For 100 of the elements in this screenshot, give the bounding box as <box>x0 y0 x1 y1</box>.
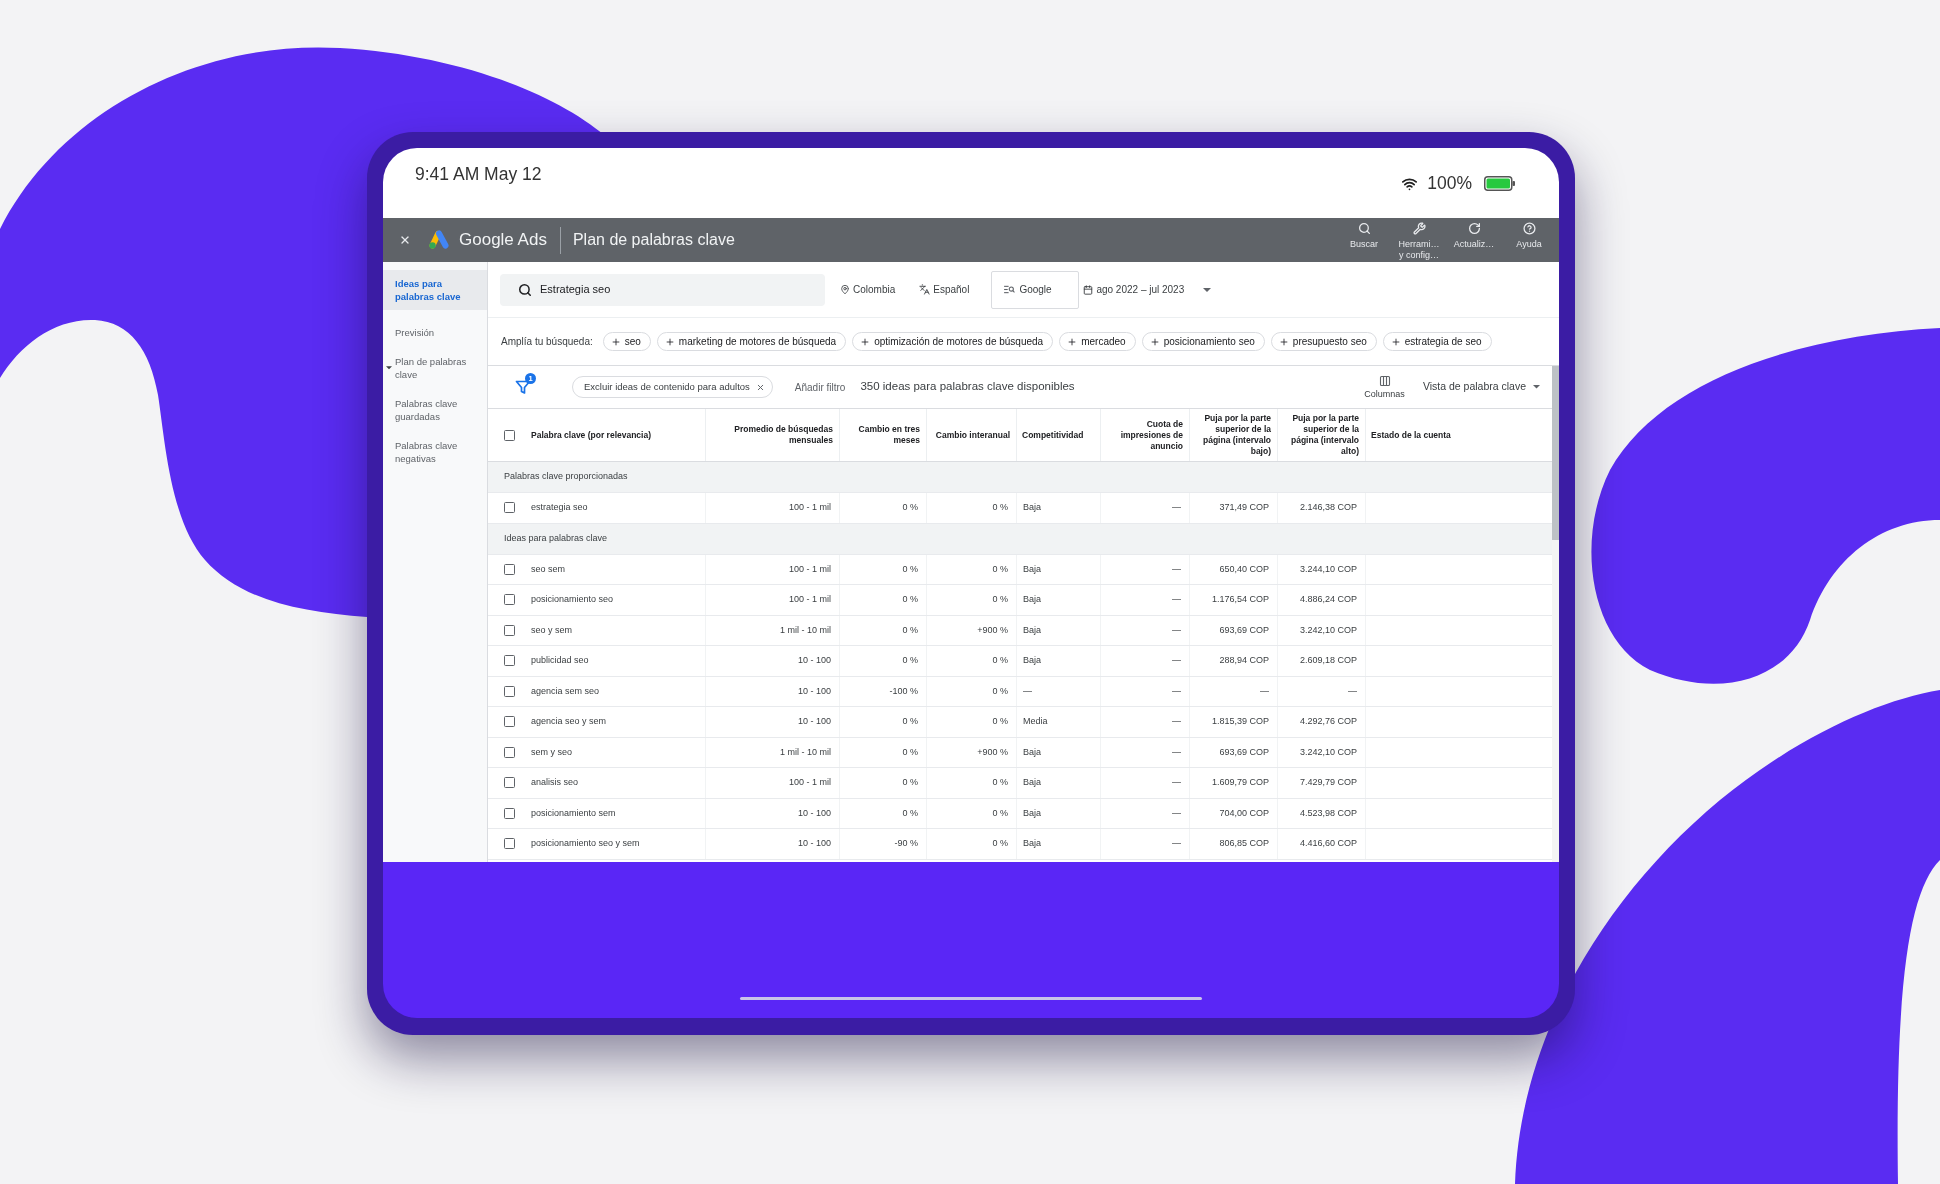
language-selector[interactable]: Español <box>919 282 970 297</box>
column-header[interactable]: Promedio de búsquedas mensuales <box>706 409 840 461</box>
table-cell: 0 % <box>927 829 1017 859</box>
table-cell: 371,49 COP <box>1190 493 1278 523</box>
table-cell: 100 - 1 mil <box>706 768 840 798</box>
table-cell: 693,69 COP <box>1190 737 1278 767</box>
plus-icon <box>1067 336 1078 347</box>
table-cell: 0 % <box>840 768 927 798</box>
table-cell: 2.146,38 COP <box>1278 493 1366 523</box>
toolbar-button[interactable]: Actualiz… <box>1449 222 1499 250</box>
table-cell: 1 mil - 10 mil <box>706 737 840 767</box>
column-header[interactable]: Puja por la parte superior de la página (intervalo bajo) <box>1190 409 1278 461</box>
table-cell: — <box>1101 585 1190 615</box>
view-selector[interactable]: Vista de palabra clave <box>1422 379 1540 395</box>
column-header[interactable]: Puja por la parte superior de la página (intervalo alto) <box>1278 409 1366 461</box>
table-cell: 1.815,39 COP <box>1190 707 1278 737</box>
sidebar-item[interactable]: Palabras clave guardadas <box>383 389 487 431</box>
column-header[interactable]: Estado de la cuenta <box>1366 409 1552 461</box>
table-cell: 0 % <box>927 768 1017 798</box>
table-cell: 3.242,10 COP <box>1278 615 1366 645</box>
calendar-icon <box>1083 284 1094 295</box>
table-cell: Baja <box>1017 829 1101 859</box>
app-logo-icon <box>428 230 450 250</box>
location-selector[interactable]: Colombia <box>840 282 896 297</box>
broaden-label: Amplía tu búsqueda: <box>501 335 593 349</box>
table-cell: — <box>1101 615 1190 645</box>
column-header[interactable]: Competitividad <box>1017 409 1101 461</box>
page-title: Plan de palabras clave <box>572 230 735 250</box>
table-cell: Baja <box>1017 615 1101 645</box>
table-cell: 4.416,60 COP <box>1278 829 1366 859</box>
checkbox[interactable] <box>504 746 515 758</box>
checkbox[interactable] <box>504 716 515 728</box>
checkbox[interactable] <box>504 838 515 850</box>
table-group-header: Palabras clave proporcionadas <box>488 462 1552 493</box>
table-cell: 0 % <box>840 707 927 737</box>
checkbox[interactable] <box>504 655 515 667</box>
checkbox[interactable] <box>504 624 515 636</box>
table-cell: 288,94 COP <box>1190 646 1278 676</box>
table-cell: 10 - 100 <box>706 707 840 737</box>
column-header[interactable]: Palabra clave (por relevancia) <box>531 429 651 441</box>
table-cell: 0 % <box>927 585 1017 615</box>
sidebar-item[interactable]: Palabras clave negativas <box>383 431 487 473</box>
table-cell: Baja <box>1017 554 1101 584</box>
table-cell: 10 - 100 <box>706 829 840 859</box>
table-cell: 0 % <box>840 737 927 767</box>
scrollbar-thumb[interactable] <box>1552 366 1559 540</box>
close-icon[interactable] <box>399 234 411 246</box>
table-cell: 0 % <box>927 707 1017 737</box>
checkbox[interactable] <box>504 807 515 819</box>
table-cell: — <box>1278 676 1366 706</box>
columns-button[interactable]: Columnas <box>1364 374 1405 400</box>
table-cell: -100 % <box>840 676 927 706</box>
keyword-text: publicidad seo <box>531 654 589 667</box>
checkbox[interactable] <box>504 594 515 606</box>
network-selector[interactable]: Google <box>991 270 1080 309</box>
column-header[interactable]: Cuota de impresiones de anuncio <box>1101 409 1190 461</box>
table-cell: Baja <box>1017 768 1101 798</box>
caret-icon <box>386 366 392 370</box>
date-range-selector[interactable]: ago 2022 – jul 2023 <box>1083 282 1212 297</box>
close-icon[interactable] <box>755 382 765 392</box>
toolbar-button[interactable]: Ayuda <box>1504 222 1554 250</box>
keyword-text: posicionamiento seo y sem <box>531 837 640 850</box>
table-cell: 0 % <box>927 493 1017 523</box>
table-cell: -90 % <box>840 829 927 859</box>
columns-icon <box>1378 374 1391 387</box>
table-cell: 2.609,18 COP <box>1278 646 1366 676</box>
plus-icon <box>1390 336 1401 347</box>
help-icon <box>1522 222 1536 235</box>
select-all-checkbox[interactable] <box>504 429 515 441</box>
toolbar-button[interactable]: Herrami… y config… <box>1394 222 1444 261</box>
keyword-text: sem y seo <box>531 745 572 759</box>
column-header[interactable]: Cambio en tres meses <box>840 409 927 461</box>
table-cell: 10 - 100 <box>706 798 840 828</box>
checkbox[interactable] <box>504 777 515 789</box>
sidebar-item[interactable]: Plan de palabras clave <box>383 347 487 389</box>
checkbox[interactable] <box>504 502 515 514</box>
battery-percentage: 100% <box>1427 173 1472 194</box>
table-cell: — <box>1101 676 1190 706</box>
keyword-text: analisis seo <box>531 776 579 789</box>
search-field[interactable]: Estrategia seo <box>500 273 825 306</box>
table-cell: — <box>1017 676 1101 706</box>
checkbox[interactable] <box>504 563 515 575</box>
checkbox[interactable] <box>504 685 515 697</box>
table-cell: — <box>1190 676 1278 706</box>
filter-icon[interactable] <box>515 379 531 395</box>
table-cell: Baja <box>1017 798 1101 828</box>
sidebar-item[interactable]: Ideas para palabras clave <box>383 270 487 310</box>
wifi-icon <box>1400 175 1420 192</box>
table-cell: — <box>1101 768 1190 798</box>
table-cell: 693,69 COP <box>1190 615 1278 645</box>
sidebar-item[interactable]: Previsión <box>383 318 487 347</box>
add-filter-button[interactable]: Añadir filtro <box>794 379 846 395</box>
table-cell: — <box>1101 707 1190 737</box>
plus-icon <box>610 336 621 347</box>
toolbar-button[interactable]: Buscar <box>1339 222 1389 250</box>
table-cell: 4.292,76 COP <box>1278 707 1366 737</box>
caret-icon <box>1203 287 1212 292</box>
column-header[interactable]: Cambio interanual <box>927 409 1017 461</box>
table-cell: — <box>1101 798 1190 828</box>
search-icon <box>518 282 532 297</box>
